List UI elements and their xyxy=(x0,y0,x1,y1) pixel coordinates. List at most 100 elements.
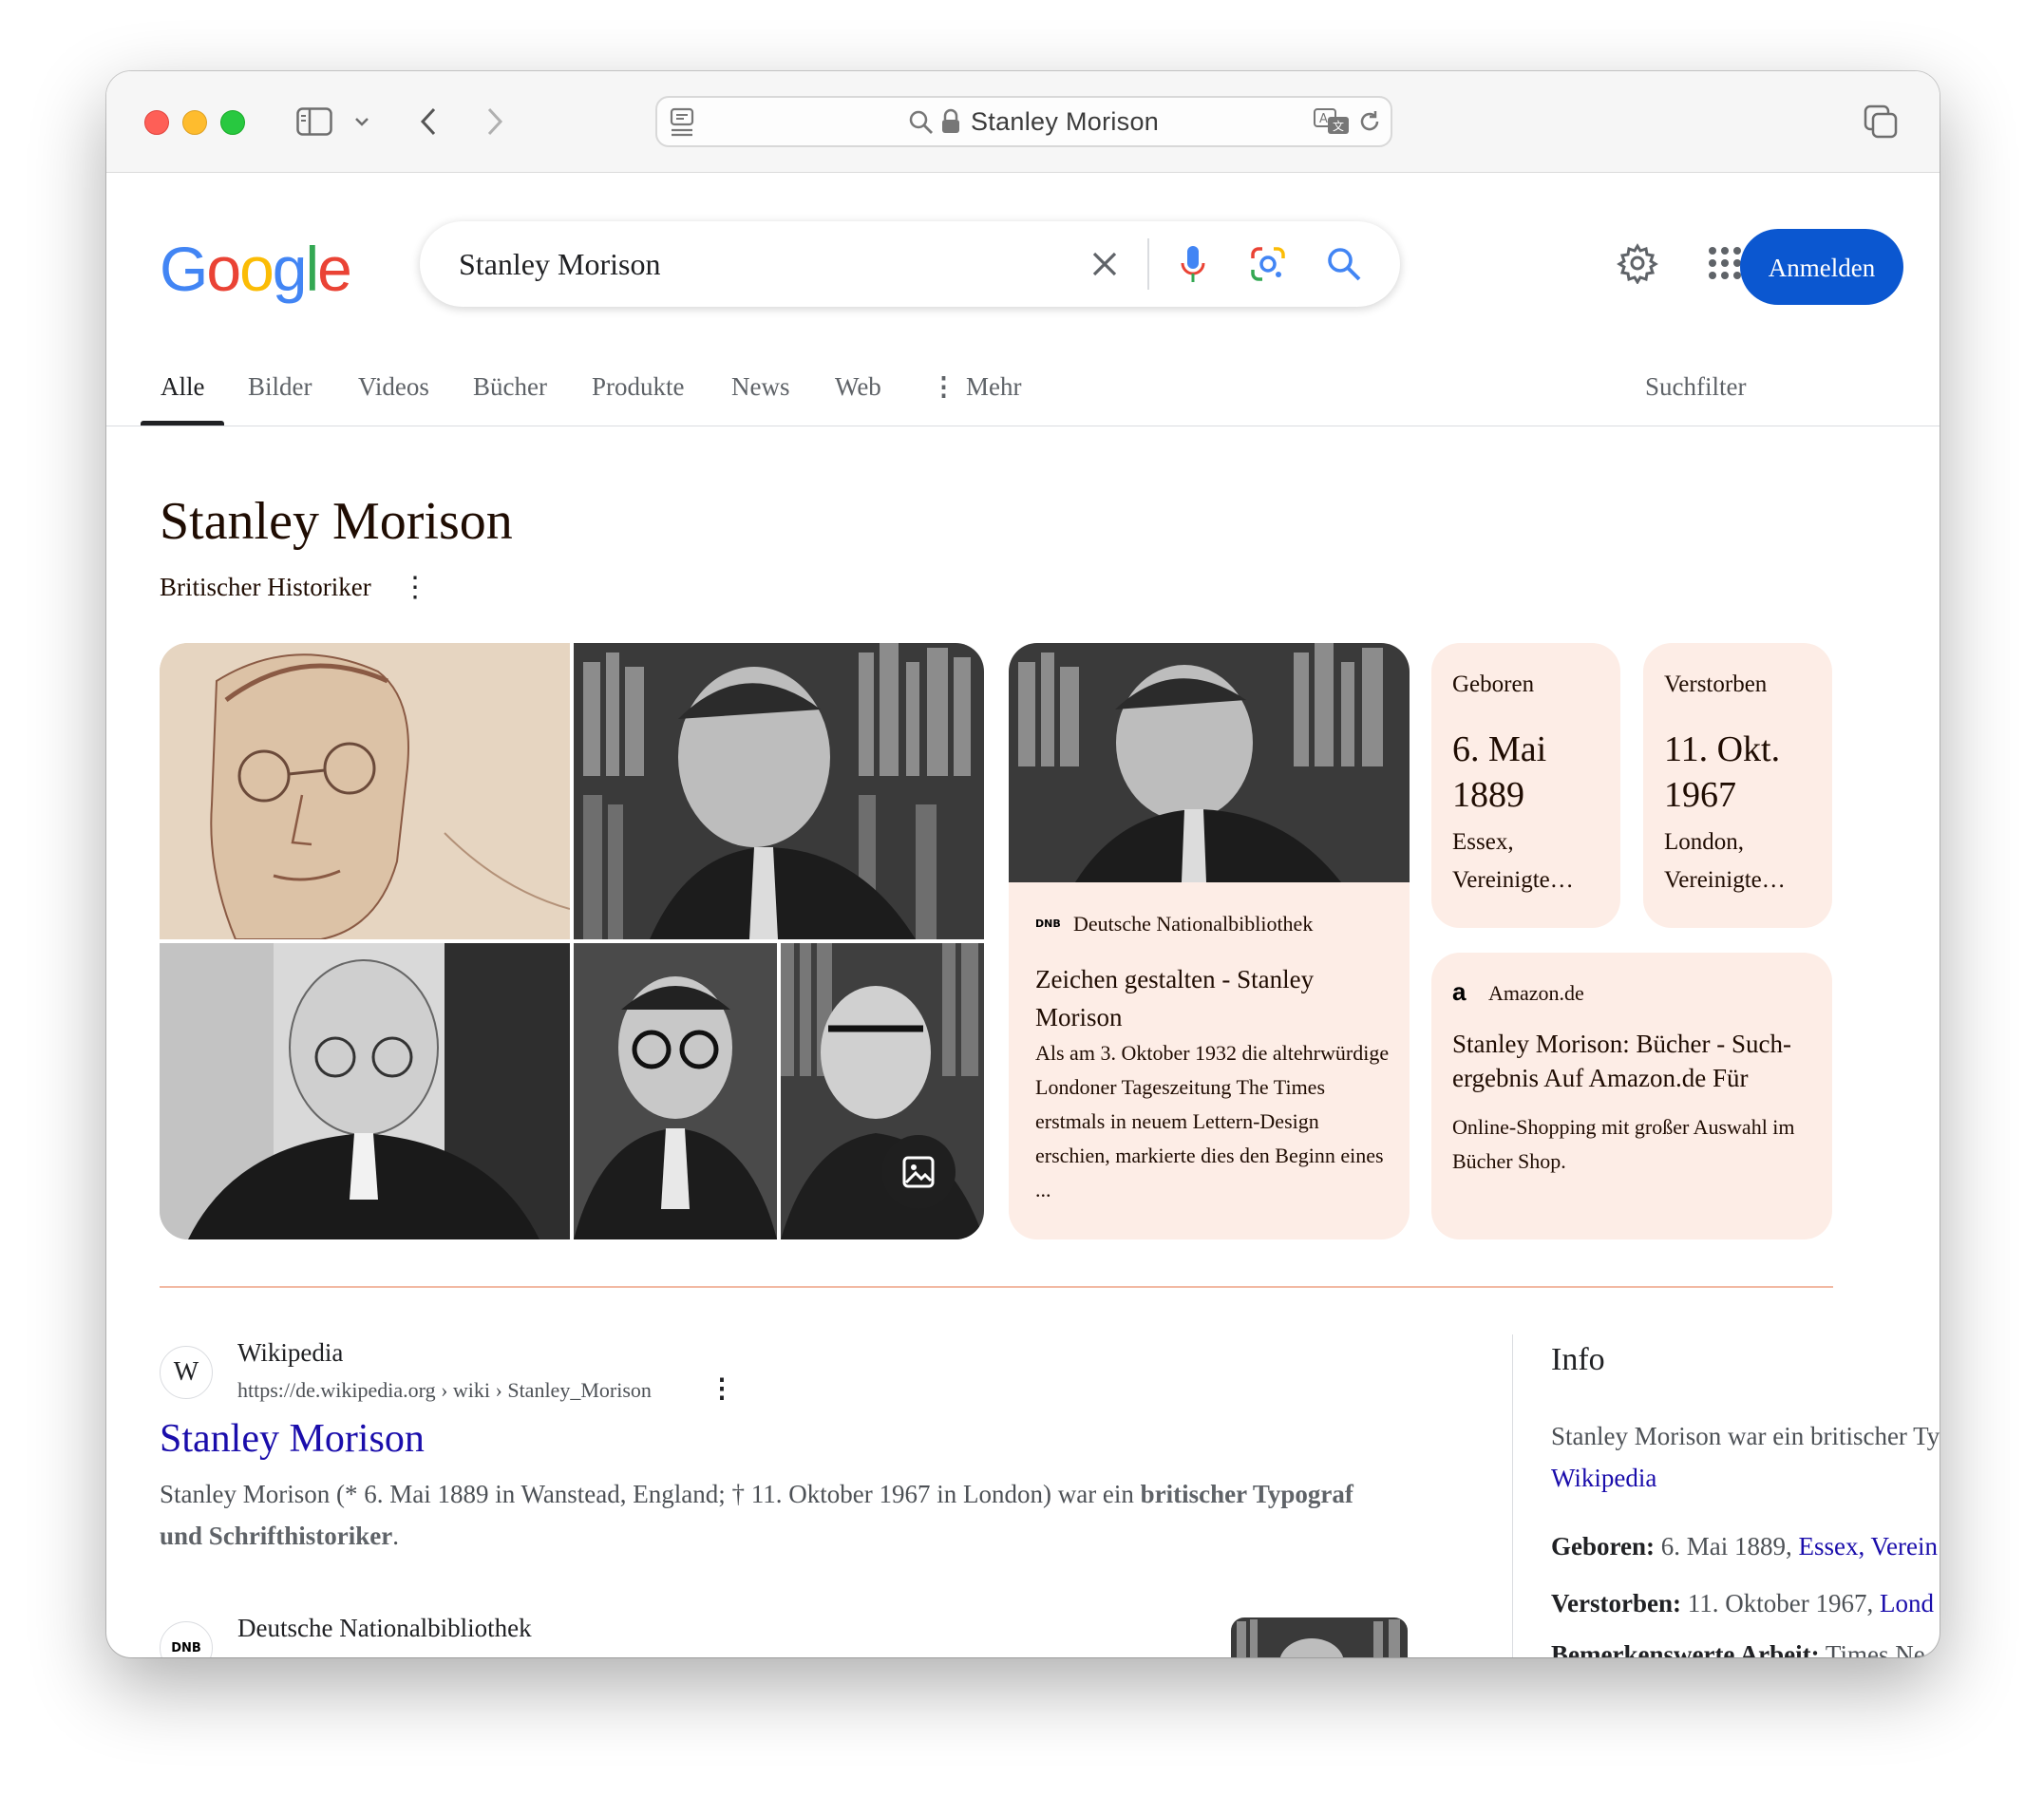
glasses-portrait-image[interactable] xyxy=(574,943,777,1239)
result-site-name[interactable]: Wikipedia xyxy=(237,1338,343,1368)
elderly-portrait-image[interactable] xyxy=(160,943,570,1239)
reload-icon[interactable] xyxy=(1356,108,1383,140)
microphone-icon[interactable] xyxy=(1169,240,1217,288)
old-man-photo-image[interactable] xyxy=(781,943,984,1239)
info-died-place-link[interactable]: Lond xyxy=(1880,1589,1934,1617)
lens-icon[interactable] xyxy=(1244,240,1292,288)
tab-produkte[interactable]: Produkte xyxy=(592,368,685,406)
born-date-day: 6. Mai xyxy=(1452,729,1547,769)
zoom-window-button[interactable] xyxy=(220,110,245,135)
info-died-label: Verstorben: xyxy=(1551,1589,1681,1617)
wikipedia-favicon-icon: W xyxy=(160,1346,213,1399)
info-work: Bemerkenswerte Arbeit: Times Ne xyxy=(1551,1640,1925,1657)
search-submit-icon[interactable] xyxy=(1320,240,1368,288)
died-date-day: 11. Okt. xyxy=(1664,729,1781,769)
result-title-link[interactable]: Stanley Morison xyxy=(160,1416,425,1462)
info-born: Geboren: 6. Mai 1889, Essex, Verein xyxy=(1551,1532,1938,1561)
search-box[interactable]: Stanley Morison xyxy=(420,221,1400,307)
tab-videos[interactable]: Videos xyxy=(358,368,429,406)
died-card[interactable]: Verstorben 11. Okt. 1967 London, Vereini… xyxy=(1643,643,1832,928)
forward-icon[interactable] xyxy=(481,100,509,143)
chevron-down-icon[interactable] xyxy=(350,100,374,143)
born-card[interactable]: Geboren 6. Mai 1889 Essex, Vereinigte… xyxy=(1431,643,1620,928)
info-work-label: Bemerkenswerte Arbeit: xyxy=(1551,1640,1820,1657)
signin-button[interactable]: Anmelden xyxy=(1740,229,1903,305)
sidebar-toggle-icon[interactable] xyxy=(293,100,336,143)
dnb-result-favicon-text: DNB xyxy=(171,1640,201,1655)
died-date-year: 1967 xyxy=(1664,775,1736,815)
info-source-link[interactable]: Wikipedia xyxy=(1551,1464,1656,1492)
svg-text:文: 文 xyxy=(1333,119,1344,133)
tab-mehr[interactable]: ⋮ Mehr xyxy=(931,368,1021,406)
tab-bilder[interactable]: Bilder xyxy=(248,368,312,406)
info-died-value: 11. Oktober 1967, xyxy=(1680,1589,1880,1617)
dnb-favicon-icon: DNB xyxy=(1035,917,1061,930)
address-bar[interactable]: Stanley Morison A文 xyxy=(655,96,1392,147)
search-tabs: Alle Bilder Videos Bücher Produkte News … xyxy=(106,368,1940,425)
google-logo[interactable]: Google xyxy=(160,233,352,305)
tab-buecher[interactable]: Bücher xyxy=(473,368,547,406)
tab-web[interactable]: Web xyxy=(835,368,881,406)
tab-news[interactable]: News xyxy=(731,368,790,406)
translate-icon[interactable]: A文 xyxy=(1313,107,1351,141)
result-more-icon[interactable]: ⋮ xyxy=(709,1372,735,1405)
browser-toolbar: Stanley Morison A文 xyxy=(106,71,1940,173)
died-label: Verstorben xyxy=(1664,672,1768,697)
lock-icon xyxy=(940,108,961,140)
died-place: London, xyxy=(1664,829,1745,855)
close-window-button[interactable] xyxy=(144,110,169,135)
search-icon xyxy=(908,109,935,141)
dnb-card-source: Deutsche Nationalbibliothek xyxy=(1073,912,1314,936)
result-2-site-name[interactable]: Deutsche Nationalbibliothek xyxy=(237,1614,532,1643)
minimize-window-button[interactable] xyxy=(182,110,207,135)
entity-more-icon[interactable]: ⋮ xyxy=(401,571,429,604)
dnb-card-title: Zeichen gestalten - Stanley Morison xyxy=(1035,965,1315,1031)
info-born-place-link[interactable]: Essex, Verein xyxy=(1799,1532,1938,1561)
back-icon[interactable] xyxy=(414,100,443,143)
amazon-card-title: Stanley Morison: Bücher - Such­ergebnis … xyxy=(1452,1030,1791,1092)
result-url[interactable]: https://de.wikipedia.org › wiki › Stanle… xyxy=(237,1378,652,1403)
settings-gear-icon[interactable] xyxy=(1609,235,1666,292)
result-2-thumbnail[interactable] xyxy=(1231,1617,1408,1657)
result-snippet-text: Stanley Morison (* 6. Mai 1889 in Wanste… xyxy=(160,1480,1141,1508)
entity-title: Stanley Morison xyxy=(160,492,513,551)
tab-mehr-label: Mehr xyxy=(966,372,1022,401)
search-separator xyxy=(1147,238,1149,290)
browser-window: Stanley Morison A文 Google Stanley Moriso… xyxy=(106,71,1940,1657)
amazon-card[interactable]: a Amazon.de Stanley Morison: Bücher - Su… xyxy=(1431,953,1832,1239)
born-country: Vereinigte… xyxy=(1452,867,1574,893)
tab-overview-icon[interactable] xyxy=(1860,100,1902,143)
more-images-icon[interactable] xyxy=(881,1135,956,1209)
dnb-image-card[interactable]: DNB Deutsche Nationalbibliothek Zeichen … xyxy=(1009,643,1410,1239)
born-place: Essex, xyxy=(1452,829,1514,855)
more-vert-icon: ⋮ xyxy=(931,372,956,401)
born-date-year: 1889 xyxy=(1452,775,1524,815)
svg-text:A: A xyxy=(1319,112,1328,126)
amazon-logo-icon: a xyxy=(1452,977,1467,1006)
library-photo-image[interactable] xyxy=(574,643,984,939)
section-divider xyxy=(160,1286,1833,1288)
sidebar-divider xyxy=(1512,1334,1513,1657)
dnb-card-photo xyxy=(1009,643,1410,882)
amazon-card-source: Amazon.de xyxy=(1488,981,1584,1005)
result-snippet: Stanley Morison (* 6. Mai 1889 in Wanste… xyxy=(160,1473,1356,1557)
tab-alle[interactable]: Alle xyxy=(161,368,205,406)
search-filter-button[interactable]: Suchfilter xyxy=(1645,368,1746,406)
died-country: Vereinigte… xyxy=(1664,867,1786,893)
info-born-value: 6. Mai 1889, xyxy=(1655,1532,1799,1561)
entity-subtitle: Britischer Historiker xyxy=(160,573,371,601)
info-wikipedia-link[interactable]: Wikipedia xyxy=(1551,1464,1656,1493)
image-grid xyxy=(160,643,984,1239)
info-work-value: Times Ne xyxy=(1819,1640,1925,1657)
url-text: Stanley Morison xyxy=(971,107,1160,136)
info-heading: Info xyxy=(1551,1342,1605,1377)
dnb-card-snippet: Als am 3. Oktober 1932 die altehrwürdige… xyxy=(1035,1041,1390,1201)
info-died: Verstorben: 11. Oktober 1967, Lond xyxy=(1551,1589,1934,1618)
page-menu-icon[interactable] xyxy=(669,107,697,142)
born-label: Geboren xyxy=(1452,672,1535,697)
portrait-sketch-image[interactable] xyxy=(160,643,570,939)
amazon-card-snippet: Online-Shopping mit großer Auswahl im Bü… xyxy=(1452,1115,1795,1173)
info-born-label: Geboren: xyxy=(1551,1532,1655,1561)
search-input[interactable]: Stanley Morison xyxy=(459,221,660,307)
clear-icon[interactable] xyxy=(1081,240,1128,288)
